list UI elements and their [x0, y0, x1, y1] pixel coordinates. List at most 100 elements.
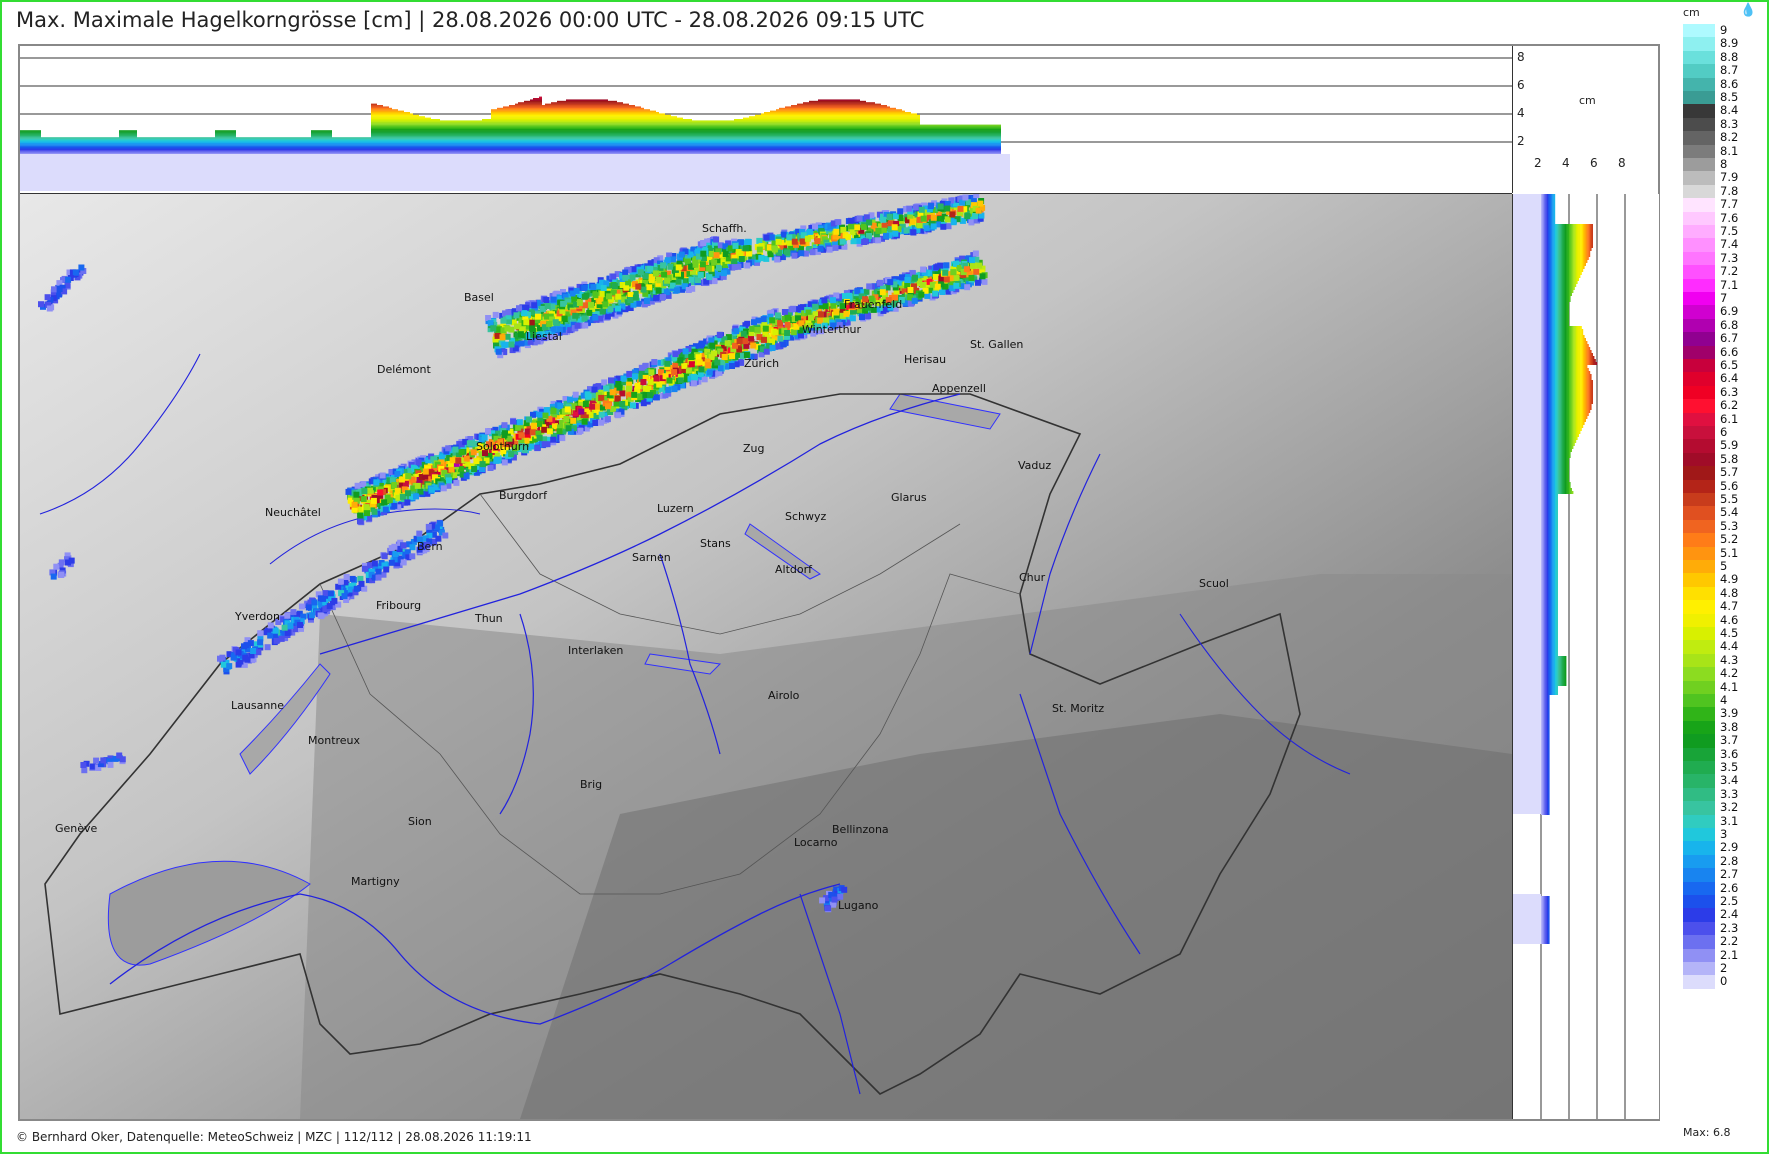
legend-swatch: [1683, 814, 1715, 829]
legend-unit: cm: [1683, 6, 1700, 19]
city-label: Zürich: [744, 357, 780, 370]
city-label: Appenzell: [932, 382, 986, 395]
water-drop-icon: 💧: [1740, 3, 1757, 18]
legend-swatch: [1683, 747, 1715, 762]
legend-swatch: [1683, 546, 1715, 561]
legend-swatch: [1683, 506, 1715, 521]
top-profile-unit: cm: [1579, 94, 1596, 107]
city-label: Interlaken: [568, 644, 624, 657]
legend-label: 6.3: [1720, 384, 1739, 399]
legend-max-value: Max: 6.8: [1683, 1126, 1731, 1139]
city-label: Airolo: [768, 689, 800, 702]
legend-label: 8.3: [1720, 116, 1739, 131]
legend-label: 5.3: [1720, 518, 1739, 533]
city-label: Chur: [1019, 571, 1046, 584]
hail-map[interactable]: Schaffh. Basel Liestal Delémont Frauenfeld Wi…: [20, 194, 1512, 1119]
top-profile-bars: [20, 96, 1010, 191]
legend-label: 3.6: [1720, 746, 1739, 761]
city-label: Delémont: [377, 363, 431, 376]
footer-credits: © Bernhard Oker, Datenquelle: MeteoSchwe…: [16, 1130, 532, 1144]
city-label: Fribourg: [376, 599, 422, 612]
legend-swatch: [1683, 77, 1715, 92]
city-label: Luzern: [657, 502, 694, 515]
legend-label: 8.1: [1720, 143, 1739, 158]
legend-label: 3: [1720, 827, 1728, 841]
legend-swatch: [1683, 908, 1715, 923]
legend-label: 5.5: [1720, 492, 1739, 506]
legend-label: 7.9: [1720, 170, 1739, 185]
side-tick-4: 4: [1562, 156, 1570, 170]
legend-swatch: [1683, 131, 1715, 146]
legend-swatch: [1683, 854, 1715, 869]
legend-label: 4.4: [1720, 639, 1739, 654]
legend-swatch: [1683, 158, 1715, 172]
legend-label: 7.5: [1720, 224, 1739, 238]
city-label: Frauenfeld: [844, 298, 903, 311]
city-label: Zug: [743, 442, 765, 455]
top-tick-8: 8: [1517, 50, 1525, 64]
legend-swatch: [1683, 184, 1715, 199]
legend-swatch: [1683, 881, 1715, 896]
legend-swatch: [1683, 439, 1715, 454]
side-tick-2: 2: [1534, 156, 1542, 170]
legend-swatch: [1683, 24, 1715, 38]
city-label: Herisau: [904, 353, 947, 366]
legend-label: 7.1: [1720, 277, 1739, 292]
legend-swatch: [1683, 761, 1715, 775]
legend-label: 9: [1720, 23, 1728, 37]
legend-label: 8.9: [1720, 36, 1739, 51]
legend-swatch: [1683, 787, 1715, 802]
legend-swatch: [1683, 117, 1715, 132]
city-label: Genève: [55, 822, 98, 835]
legend-swatch: [1683, 519, 1715, 534]
legend-swatch: [1683, 452, 1715, 467]
legend-label: 2.8: [1720, 853, 1739, 868]
city-label: Yverdon: [235, 610, 281, 623]
legend-swatch: [1683, 50, 1715, 65]
legend-label: 4.7: [1720, 599, 1739, 614]
legend-label: 2.7: [1720, 867, 1739, 882]
legend-label: 7: [1720, 291, 1728, 305]
legend-label: 6.1: [1720, 411, 1739, 426]
legend-swatch: [1683, 868, 1715, 883]
legend-label: 3.7: [1720, 733, 1739, 748]
legend-swatch: [1683, 962, 1715, 976]
city-label: St. Gallen: [970, 338, 1024, 351]
legend-label: 8.6: [1720, 76, 1739, 91]
legend-label: 2.1: [1720, 947, 1739, 962]
legend-label: 2.2: [1720, 934, 1739, 949]
legend-label: 7.3: [1720, 250, 1739, 265]
legend-swatch: [1683, 265, 1715, 280]
legend-entry: 0: [1683, 974, 1751, 990]
legend-swatch: [1683, 586, 1715, 601]
legend-swatch: [1683, 91, 1715, 105]
side-tick-8: 8: [1618, 156, 1626, 170]
legend-swatch: [1683, 359, 1715, 373]
legend-swatch: [1683, 801, 1715, 816]
legend-swatch: [1683, 479, 1715, 494]
legend-swatch: [1683, 774, 1715, 789]
legend-swatch: [1683, 694, 1715, 708]
legend-swatch: [1683, 198, 1715, 213]
map-svg: [20, 194, 1512, 1119]
legend-label: 3.2: [1720, 800, 1739, 815]
legend-swatch: [1683, 921, 1715, 936]
legend-label: 6.4: [1720, 371, 1739, 386]
city-label: Bellinzona: [832, 823, 889, 836]
legend-label: 8: [1720, 157, 1728, 171]
legend-label: 3.4: [1720, 773, 1739, 788]
legend-swatch: [1683, 948, 1715, 963]
city-label: Lausanne: [231, 699, 285, 712]
city-label: Burgdorf: [499, 489, 547, 502]
city-label: Schwyz: [785, 510, 827, 523]
legend-label: 5.8: [1720, 451, 1739, 466]
city-label: Montreux: [308, 734, 361, 747]
legend-label: 6.7: [1720, 331, 1739, 346]
legend-label: 3.1: [1720, 813, 1739, 828]
legend-label: 7.7: [1720, 197, 1739, 212]
legend-swatch: [1683, 640, 1715, 655]
legend-label: 8.2: [1720, 130, 1739, 145]
legend-label: 2.6: [1720, 880, 1739, 895]
legend-swatch: [1683, 600, 1715, 615]
side-tick-6: 6: [1590, 156, 1598, 170]
